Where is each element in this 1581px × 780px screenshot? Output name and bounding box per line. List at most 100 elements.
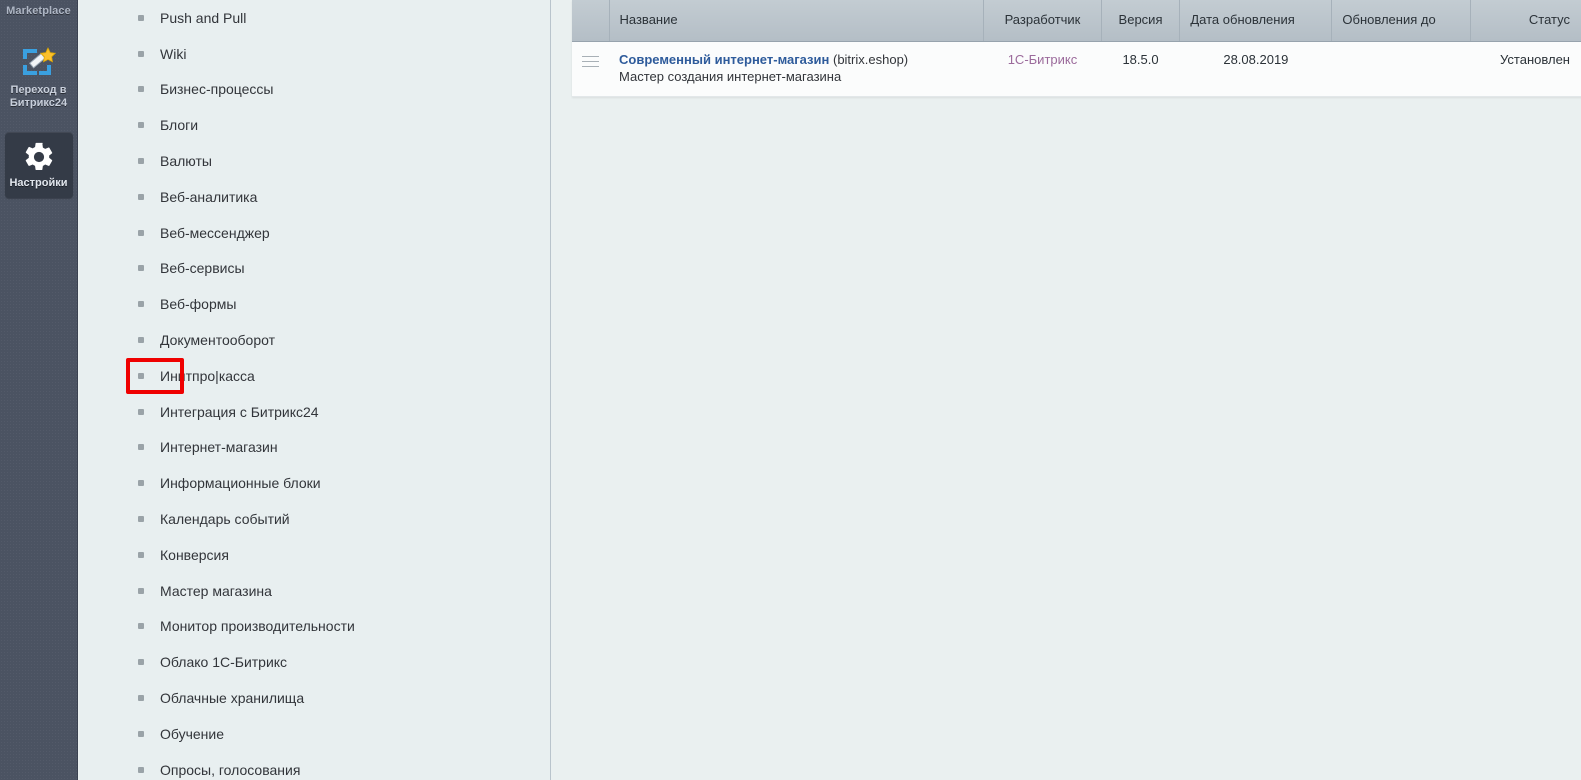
menu-item-label: Монитор производительности — [160, 618, 355, 635]
module-name-line: Современный интернет-магазин (bitrix.esh… — [619, 52, 974, 67]
menu-item-label: Веб-сервисы — [160, 260, 245, 277]
menu-item-label: Бизнес-процессы — [160, 81, 274, 98]
bullet-icon — [138, 444, 144, 451]
developer-link[interactable]: 1С-Битрикс — [1008, 52, 1078, 67]
bullet-icon — [138, 551, 144, 558]
module-menu-panel: Push and Pull Wiki Бизнес-процессы Блоги Вал… — [79, 0, 551, 780]
menu-item-label: Веб-формы — [160, 296, 237, 313]
menu-item-label: Wiki — [160, 45, 187, 62]
menu-item[interactable]: Интеграция с Битрикс24 — [79, 394, 550, 430]
bullet-icon — [138, 659, 144, 666]
menu-item-label: Облачные хранилища — [160, 690, 305, 707]
left-rail: Marketplace Переход в Битрикс24 Настройк… — [0, 0, 78, 780]
menu-item[interactable]: Wiki — [79, 36, 550, 72]
bullet-icon — [138, 516, 144, 523]
menu-item-label: Календарь событий — [160, 511, 290, 528]
menu-item[interactable]: Веб-аналитика — [79, 179, 550, 215]
menu-item[interactable]: Облако 1С-Битрикс — [79, 644, 550, 680]
column-header-updates-until[interactable]: Обновления до — [1331, 0, 1471, 42]
modules-table: Название Разработчик Версия Дата обновле… — [572, 0, 1581, 97]
column-header-developer[interactable]: Разработчик — [983, 0, 1102, 42]
menu-item[interactable]: Облачные хранилища — [79, 680, 550, 716]
menu-item[interactable]: Информационные блоки — [79, 465, 550, 501]
column-header-version[interactable]: Версия — [1101, 0, 1181, 42]
content-area: Название Разработчик Версия Дата обновле… — [552, 0, 1581, 780]
rail-button-settings[interactable]: Настройки — [4, 132, 73, 198]
bullet-icon — [138, 766, 144, 773]
rail-label-line1: Переход в — [10, 84, 67, 96]
bullet-icon — [138, 623, 144, 630]
bullet-icon — [138, 695, 144, 702]
column-header-status[interactable]: Статус — [1470, 0, 1581, 42]
table-row[interactable]: Современный интернет-магазин (bitrix.esh… — [572, 41, 1581, 97]
cell-version: 18.5.0 — [1101, 41, 1180, 97]
menu-item[interactable]: Push and Pull — [79, 0, 550, 36]
bullet-icon — [138, 265, 144, 272]
cell-update-date: 28.08.2019 — [1179, 41, 1332, 97]
column-header-update-date[interactable]: Дата обновления — [1179, 0, 1333, 42]
rail-button-settings-label: Настройки — [9, 177, 68, 189]
menu-item-label: Веб-мессенджер — [160, 224, 270, 241]
bullet-icon — [138, 229, 144, 236]
bullet-icon — [138, 193, 144, 200]
menu-item[interactable]: Опросы, голосования — [79, 752, 550, 780]
cell-status: Установлен — [1470, 41, 1581, 97]
row-grip-cell[interactable] — [572, 41, 609, 97]
modules-table-head: Название Разработчик Версия Дата обновле… — [572, 0, 1581, 42]
menu-item-label: Конверсия — [160, 546, 229, 563]
bullet-icon — [138, 158, 144, 165]
menu-item[interactable]: Блоги — [79, 107, 550, 143]
bullet-icon — [138, 50, 144, 57]
menu-item-label: Мастер магазина — [160, 582, 272, 599]
menu-item[interactable]: Веб-сервисы — [79, 251, 550, 287]
drag-handle-icon[interactable] — [582, 52, 599, 71]
menu-item-label: Push and Pull — [160, 9, 247, 26]
gear-icon — [7, 138, 71, 172]
bullet-icon — [138, 301, 144, 308]
menu-item[interactable]: Обучение — [79, 716, 550, 752]
menu-item[interactable]: Интернет-магазин — [79, 430, 550, 466]
menu-item-label: Инитпро|касса — [160, 367, 255, 384]
bullet-icon — [138, 480, 144, 487]
bullet-icon — [138, 337, 144, 344]
menu-item[interactable]: Документооборот — [79, 322, 550, 358]
menu-item[interactable]: Бизнес-процессы — [79, 72, 550, 108]
menu-item-label: Обучение — [160, 725, 225, 742]
bullet-icon — [138, 730, 144, 737]
menu-item-label: Облако 1С-Битрикс — [160, 654, 288, 671]
module-description: Мастер создания интернет-магазина — [619, 68, 842, 84]
marketplace-title: Marketplace — [6, 5, 71, 17]
bullet-icon — [138, 372, 144, 379]
menu-item[interactable]: Веб-формы — [79, 286, 550, 322]
menu-item-label: Интеграция с Битрикс24 — [160, 403, 319, 420]
column-header-name[interactable]: Название — [609, 0, 985, 42]
rail-button-bitrix24[interactable]: Переход в Битрикс24 — [5, 39, 73, 118]
cell-developer: 1С-Битрикс — [983, 41, 1102, 97]
module-menu-list: Push and Pull Wiki Бизнес-процессы Блоги Вал… — [79, 0, 550, 780]
table-header-row: Название Разработчик Версия Дата обновле… — [572, 0, 1581, 42]
menu-item-label: Информационные блоки — [160, 475, 321, 492]
module-code: (bitrix.eshop) — [832, 51, 909, 67]
bullet-icon — [138, 14, 144, 21]
rail-label-line2: Битрикс24 — [9, 97, 68, 109]
module-title-link[interactable]: Современный интернет-магазин — [619, 52, 829, 67]
menu-item[interactable]: Мастер магазина — [79, 573, 550, 609]
menu-item-label: Документооборот — [160, 332, 276, 349]
menu-item-label: Опросы, голосования — [160, 761, 301, 778]
menu-item[interactable]: Инитпро|касса — [79, 358, 550, 394]
modules-table-body: Современный интернет-магазин (bitrix.esh… — [572, 41, 1581, 97]
bullet-icon — [138, 587, 144, 594]
cell-updates-until — [1331, 41, 1471, 97]
menu-item[interactable]: Валюты — [79, 143, 550, 179]
menu-item[interactable]: Календарь событий — [79, 501, 550, 537]
menu-item-label: Блоги — [160, 117, 199, 134]
bullet-icon — [138, 122, 144, 129]
cell-name: Современный интернет-магазин (bitrix.esh… — [609, 41, 984, 97]
menu-item[interactable]: Конверсия — [79, 537, 550, 573]
menu-item[interactable]: Веб-мессенджер — [79, 215, 550, 251]
menu-item[interactable]: Монитор производительности — [79, 609, 550, 645]
column-header-grip — [572, 0, 610, 42]
menu-item-label: Интернет-магазин — [160, 439, 278, 456]
rail-button-bitrix24-label: Переход в Битрикс24 — [7, 84, 71, 110]
bullet-icon — [138, 86, 144, 93]
